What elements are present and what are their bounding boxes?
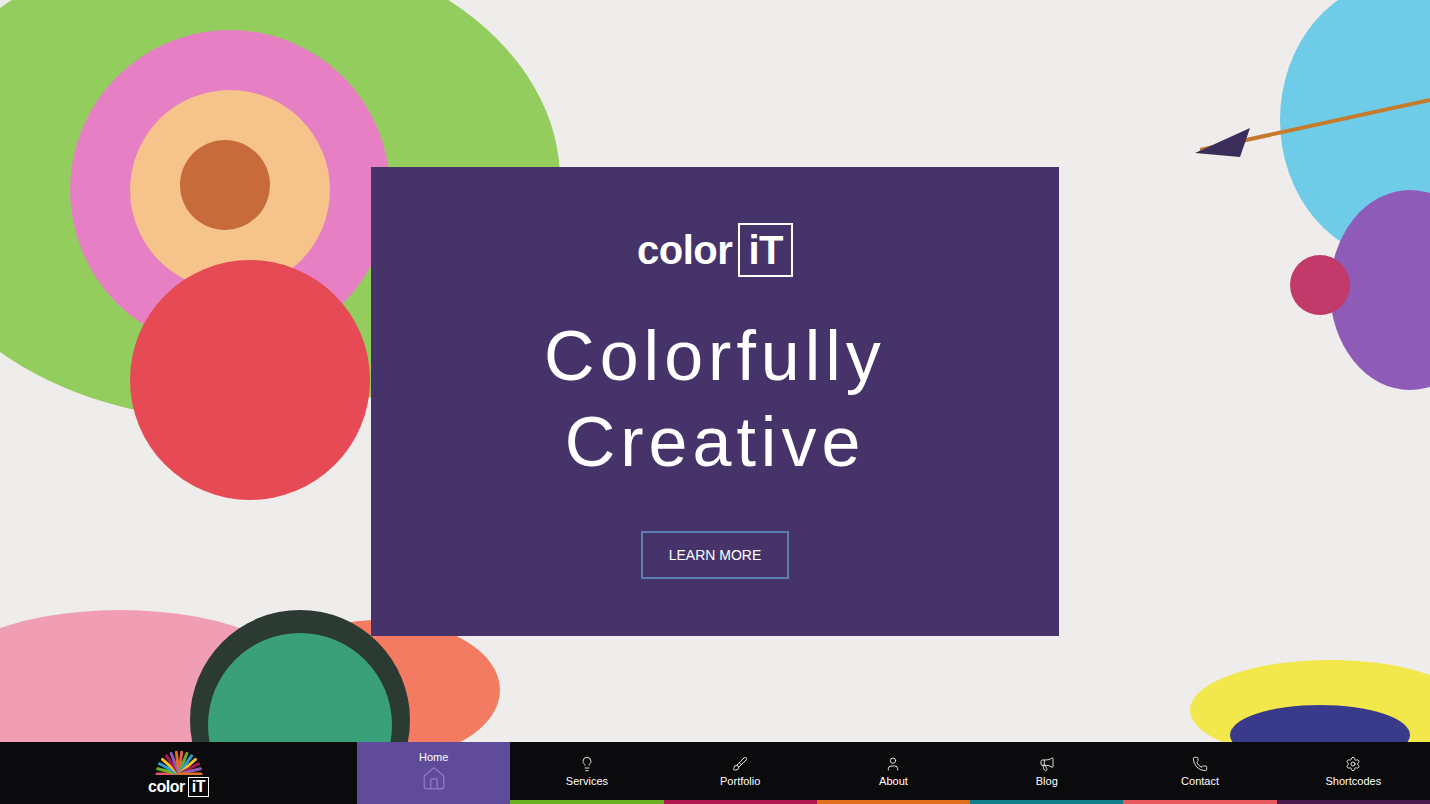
learn-more-button[interactable]: LEARN MORE: [641, 531, 790, 579]
hero: coloriT ColorfullyCreative LEARN MORE: [0, 0, 1430, 742]
headline: ColorfullyCreative: [544, 313, 886, 485]
portfolio-icon: [732, 756, 748, 772]
logo-burst-icon: [155, 749, 203, 775]
bottom-nav: coloriTHomeServicesPortfolioAboutBlogCon…: [0, 742, 1430, 804]
shortcodes-icon: [1345, 756, 1361, 772]
headline-line: Creative: [544, 399, 886, 485]
hero-logo: coloriT: [637, 223, 793, 277]
blog-icon: [1039, 756, 1055, 772]
headline-line: Colorfully: [544, 313, 886, 399]
hero-card: coloriT ColorfullyCreative LEARN MORE: [371, 167, 1059, 636]
contact-icon: [1192, 756, 1208, 772]
nav-item[interactable]: Home: [357, 742, 510, 804]
nav-item[interactable]: Shortcodes: [1277, 742, 1430, 804]
nav-item[interactable]: Contact: [1123, 742, 1276, 804]
nav-logo[interactable]: coloriT: [0, 742, 357, 804]
nav-item[interactable]: Services: [510, 742, 663, 804]
services-icon: [579, 756, 595, 772]
nav-item[interactable]: Portfolio: [664, 742, 817, 804]
nav-item[interactable]: Blog: [970, 742, 1123, 804]
home-icon: [421, 766, 447, 792]
page: coloriTColorfullyCreativeLEARN MOREcolor…: [0, 0, 1430, 804]
nav-item[interactable]: About: [817, 742, 970, 804]
about-icon: [885, 756, 901, 772]
